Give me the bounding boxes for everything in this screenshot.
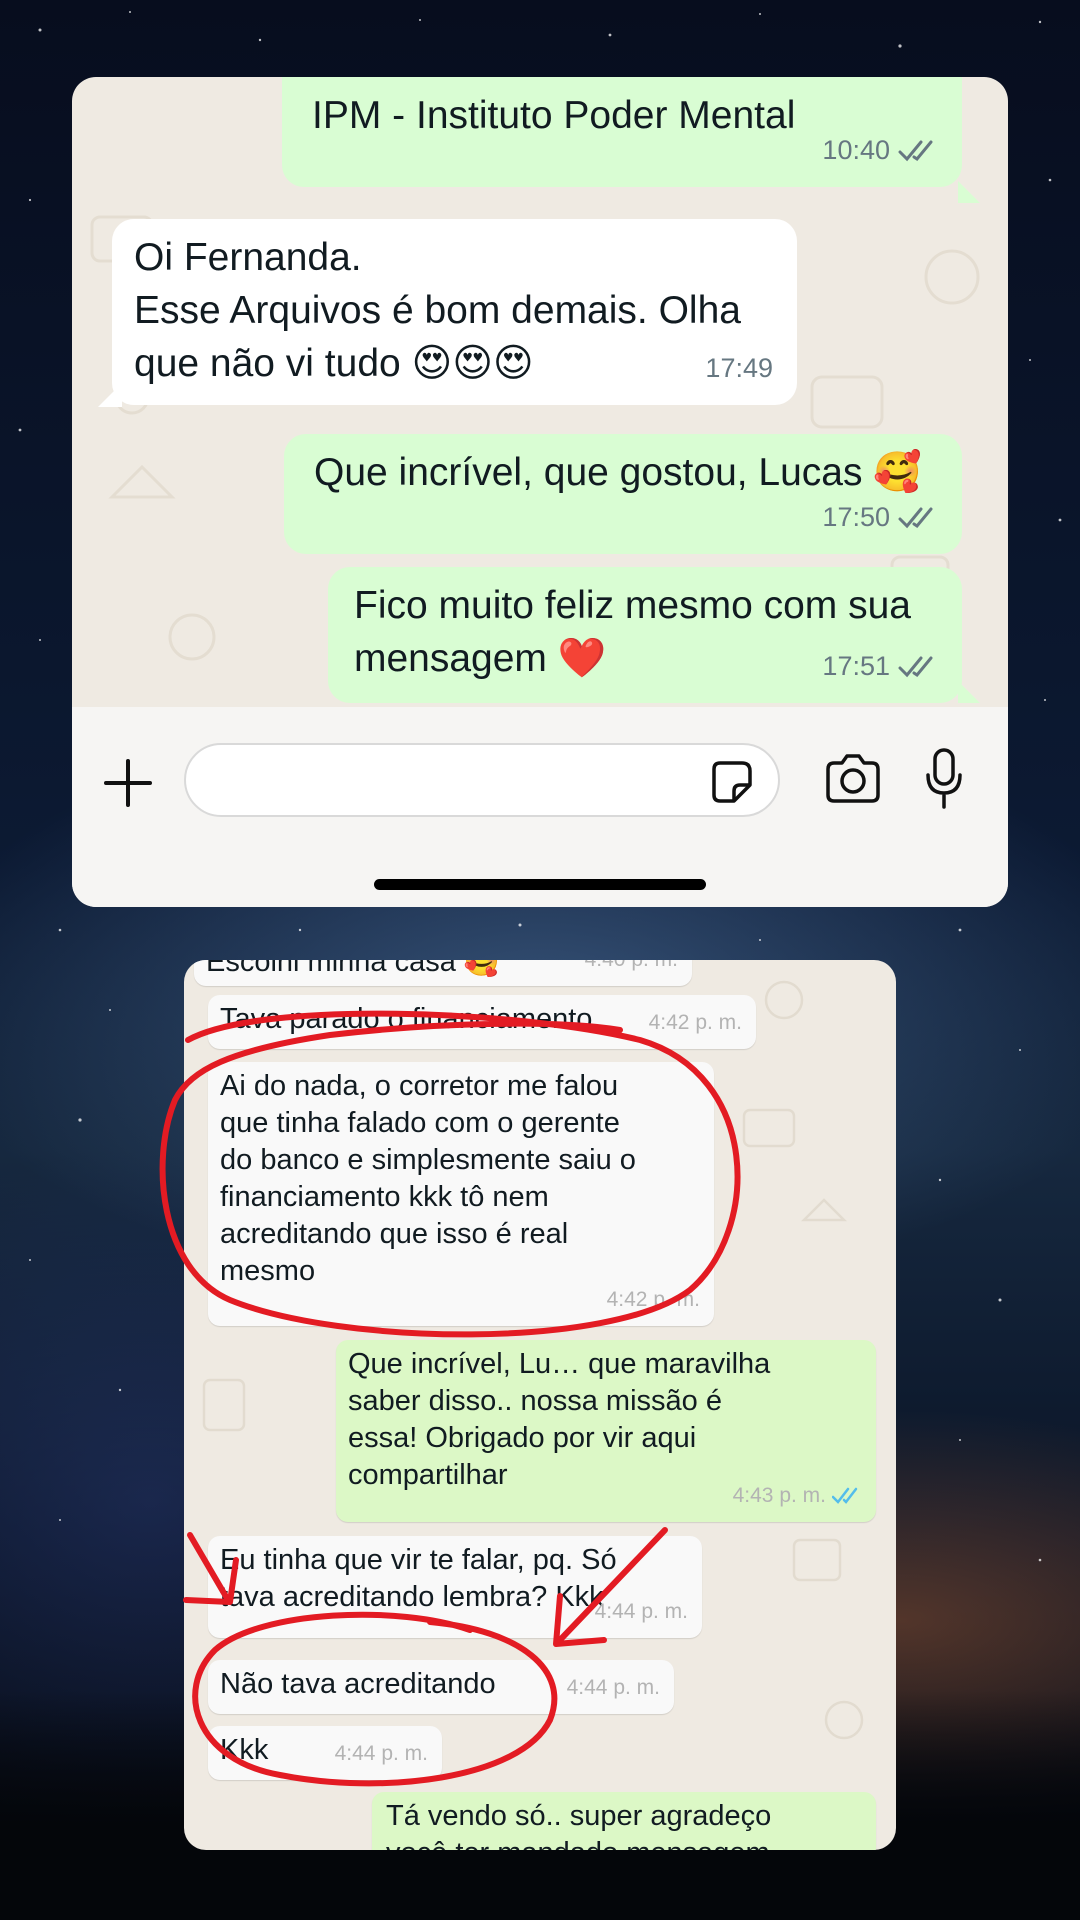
outgoing-message[interactable]: Que incrível, Lu… que maravilha saber di… xyxy=(336,1340,876,1522)
double-check-icon xyxy=(898,656,933,677)
message-line: do banco e simplesmente saiu o xyxy=(220,1144,636,1176)
message-time: 4:44 p. m. xyxy=(594,1600,688,1623)
bubble-tail xyxy=(958,181,980,203)
double-check-icon xyxy=(898,507,933,528)
outgoing-message[interactable]: Que incrível, que gostou, Lucas 🥰 17:50 xyxy=(284,434,962,554)
message-time: 4:44 p. m. xyxy=(334,1742,428,1765)
message-time: 17:50 xyxy=(822,502,890,532)
camera-icon[interactable] xyxy=(824,753,882,805)
incoming-message[interactable]: Tava parado o financiamento 4:42 p. m. xyxy=(208,995,756,1049)
message-line: Tá vendo só.. super agradeço xyxy=(386,1800,772,1832)
message-time: 4:42 p. m. xyxy=(606,1288,700,1311)
message-time: 17:49 xyxy=(705,353,773,383)
message-time: 10:40 xyxy=(822,135,890,165)
whatsapp-chat-screenshot-bottom: Escolhi minha casa 🥰 4:40 p. m. Tava par… xyxy=(184,960,896,1850)
message-time: 4:44 p. m. xyxy=(566,1676,660,1699)
message-text: Escolhi minha casa 🥰 xyxy=(206,960,501,978)
incoming-message[interactable]: Ai do nada, o corretor me falou que tinh… xyxy=(208,1062,714,1326)
plus-icon[interactable] xyxy=(102,757,154,809)
message-line: você ter mandado mensagem xyxy=(386,1835,864,1850)
sticker-icon[interactable] xyxy=(708,759,754,805)
double-check-icon xyxy=(898,140,933,161)
message-text: Kkk xyxy=(220,1734,269,1766)
message-line: Oi Fernanda. xyxy=(134,236,362,279)
message-line: que não vi tudo 😍😍😍 xyxy=(134,342,534,385)
message-line: Fico muito feliz mesmo com sua xyxy=(354,584,911,627)
microphone-icon[interactable] xyxy=(924,747,964,811)
bubble-tail xyxy=(958,681,980,703)
outgoing-message[interactable]: Fico muito feliz mesmo com sua mensagem … xyxy=(328,567,962,703)
message-line: financiamento kkk tô nem xyxy=(220,1181,549,1213)
double-check-icon xyxy=(832,1487,858,1504)
message-time: 4:42 p. m. xyxy=(648,1011,742,1034)
message-line: Ai do nada, o corretor me falou xyxy=(220,1070,619,1102)
message-line: essa! Obrigado por vir aqui xyxy=(348,1422,697,1454)
message-input-bar xyxy=(72,707,1008,907)
message-line: saber disso.. nossa missão é xyxy=(348,1385,722,1417)
outgoing-message[interactable]: IPM - Instituto Poder Mental 10:40 xyxy=(282,77,962,187)
whatsapp-chat-screenshot-top: IPM - Instituto Poder Mental 10:40 Oi Fe… xyxy=(72,77,1008,907)
incoming-message[interactable]: Eu tinha que vir te falar, pq. Só tava a… xyxy=(208,1536,702,1638)
message-time: 4:40 p. m. xyxy=(585,960,678,978)
message-time: 4:43 p. m. xyxy=(732,1484,826,1507)
outgoing-message[interactable]: Tá vendo só.. super agradeço você ter ma… xyxy=(372,1792,876,1850)
message-text: Tava parado o financiamento xyxy=(220,1003,593,1035)
incoming-message[interactable]: Kkk 4:44 p. m. xyxy=(208,1726,442,1780)
message-line: Eu tinha que vir te falar, pq. Só xyxy=(220,1544,617,1576)
message-text: Não tava acreditando xyxy=(220,1668,496,1700)
message-line: Esse Arquivos é bom demais. Olha xyxy=(134,289,741,332)
message-line: Que incrível, Lu… que maravilha xyxy=(348,1348,771,1380)
incoming-message[interactable]: Escolhi minha casa 🥰 4:40 p. m. xyxy=(194,960,692,986)
message-input[interactable] xyxy=(184,743,780,817)
home-indicator xyxy=(374,879,706,890)
incoming-message[interactable]: Não tava acreditando 4:44 p. m. xyxy=(208,1660,674,1714)
message-line: que tinha falado com o gerente xyxy=(220,1107,620,1139)
message-line: acreditando que isso é real xyxy=(220,1218,569,1250)
incoming-message[interactable]: Oi Fernanda. Esse Arquivos é bom demais.… xyxy=(112,219,797,405)
message-time: 17:51 xyxy=(822,651,890,681)
